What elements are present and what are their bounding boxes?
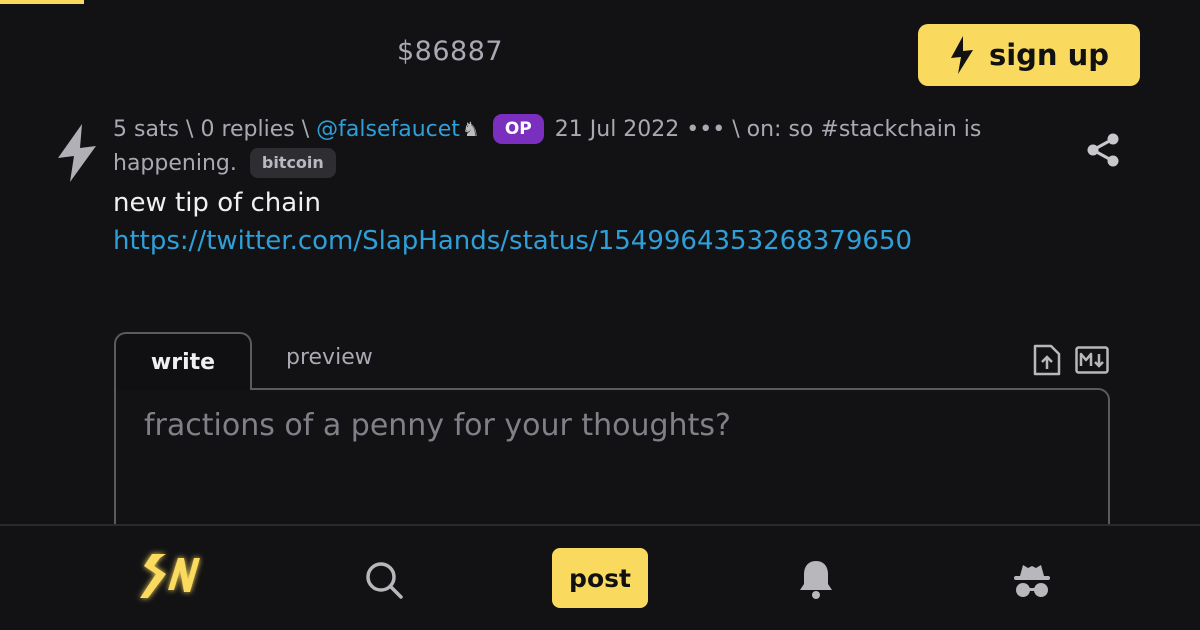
incognito-icon[interactable] [1012,560,1052,600]
lightning-upvote-icon[interactable] [56,124,98,182]
sign-up-label: sign up [988,38,1110,72]
share-icon[interactable] [1085,132,1121,168]
separator: \ [732,117,740,142]
post-date[interactable]: 21 Jul 2022 [555,117,680,142]
separator: \ [301,117,310,142]
sub-tag[interactable]: bitcoin [249,148,336,178]
top-accent-bar [0,0,84,4]
sats-count: 5 sats [113,117,180,142]
item-link[interactable]: https://twitter.com/SlapHands/status/154… [113,226,912,256]
item-text: new tip of chain [113,188,321,218]
separator: \ [186,117,194,142]
bottom-nav: post [0,524,1200,630]
horse-icon: ♞ [461,117,480,141]
upload-icon[interactable] [1033,344,1061,376]
search-icon[interactable] [364,560,404,600]
post-button[interactable]: post [552,548,648,608]
replies-count[interactable]: 0 replies [200,117,294,142]
bell-icon[interactable] [798,558,834,600]
lightning-bolt-icon [950,36,973,74]
reply-placeholder: fractions of a penny for your thoughts? [144,408,731,443]
page: $86887 sign up 5 sats \ 0 replies \ @fal… [0,0,1200,630]
author-link[interactable]: @falsefaucet [316,117,460,142]
markdown-icon[interactable] [1075,346,1109,374]
tab-write[interactable]: write [114,332,252,390]
sn-logo[interactable] [134,548,204,606]
more-options[interactable]: ••• [686,117,725,142]
op-badge: OP [492,114,544,144]
btc-price[interactable]: $86887 [397,36,503,67]
item-meta: 5 sats \ 0 replies \ @falsefaucet ♞ OP 21… [113,112,1053,181]
tab-preview[interactable]: preview [286,345,373,370]
sign-up-button[interactable]: sign up [918,24,1140,86]
